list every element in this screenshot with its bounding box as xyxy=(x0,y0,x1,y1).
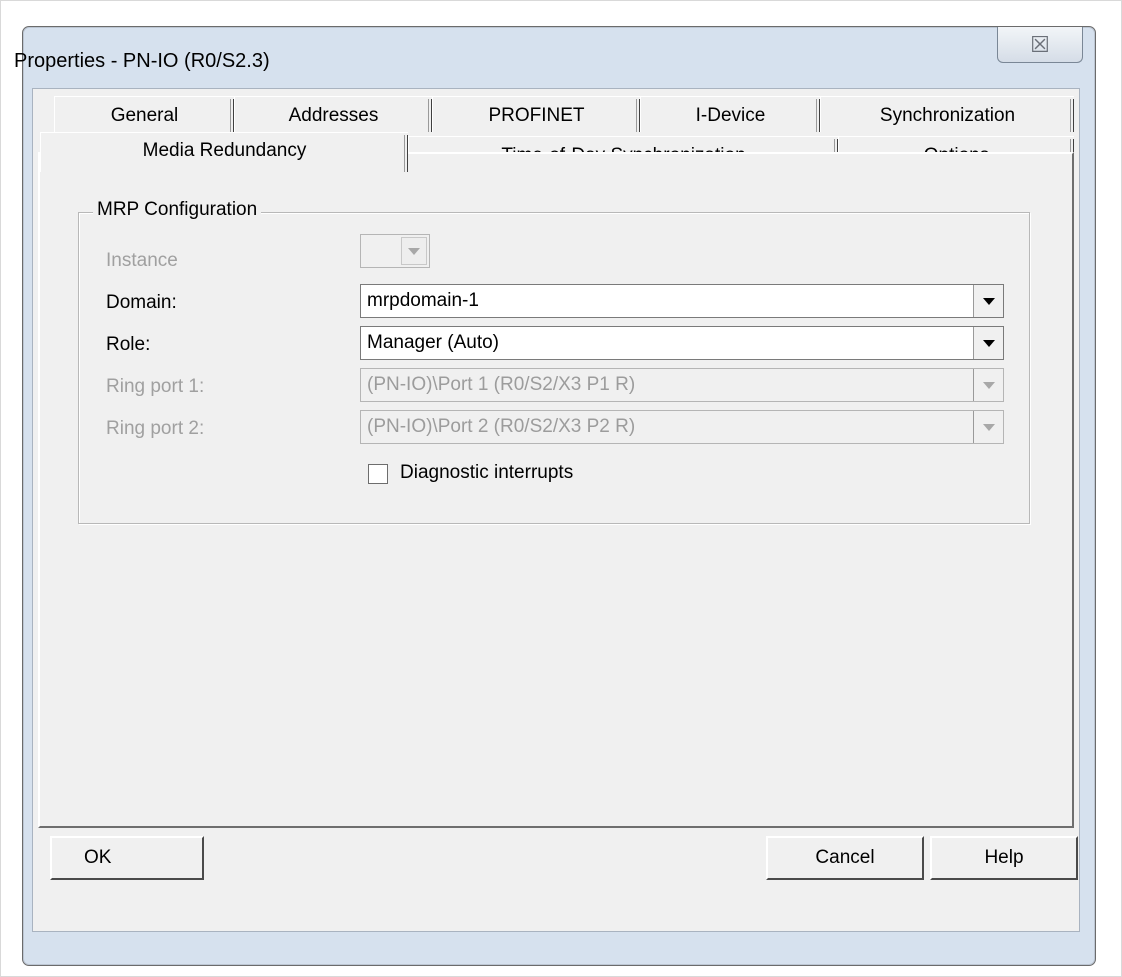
ring-port-2-label: Ring port 2: xyxy=(106,418,205,439)
ring-port-1-select: (PN-IO)\Port 1 (R0/S2/X3 P1 R) xyxy=(360,368,1004,402)
tab-label: Media Redundancy xyxy=(142,140,307,161)
chevron-down-icon xyxy=(982,423,995,431)
ring-port-2-value: (PN-IO)\Port 2 (R0/S2/X3 P2 R) xyxy=(367,416,636,437)
help-button[interactable]: Help xyxy=(930,836,1078,880)
tab-synchronization[interactable]: Synchronization xyxy=(820,96,1074,132)
instance-dropdown-button xyxy=(401,237,427,265)
ring-port-2-select: (PN-IO)\Port 2 (R0/S2/X3 P2 R) xyxy=(360,410,1004,444)
role-select[interactable]: Manager (Auto) xyxy=(360,326,1004,360)
ok-button[interactable]: OK xyxy=(50,836,204,880)
diagnostic-interrupts-label: Diagnostic interrupts xyxy=(400,462,574,483)
ring-port-1-value: (PN-IO)\Port 1 (R0/S2/X3 P1 R) xyxy=(367,374,636,395)
tab-label: Addresses xyxy=(288,105,379,126)
instance-label: Instance xyxy=(106,250,178,271)
tab-label: I-Device xyxy=(695,105,766,126)
role-label: Role: xyxy=(106,334,151,355)
domain-label: Domain: xyxy=(106,292,177,313)
dialog-title: Properties - PN-IO (R0/S2.3) xyxy=(14,50,270,72)
ring-port-1-label: Ring port 1: xyxy=(106,376,205,397)
role-dropdown-button[interactable] xyxy=(973,327,1003,359)
domain-select[interactable]: mrpdomain-1 xyxy=(360,284,1004,318)
tab-profinet[interactable]: PROFINET xyxy=(432,96,640,132)
close-button[interactable]: ☒ xyxy=(997,27,1083,63)
tab-panel-media-redundancy: MRP Configuration Instance Domain: mrpdo… xyxy=(38,152,1074,828)
tab-media-redundancy[interactable]: Media Redundancy xyxy=(40,132,408,172)
group-title: MRP Configuration xyxy=(93,199,262,221)
tab-general[interactable]: General xyxy=(54,96,234,132)
instance-select xyxy=(360,234,430,268)
domain-dropdown-button[interactable] xyxy=(973,285,1003,317)
role-value: Manager (Auto) xyxy=(367,332,500,353)
tab-addresses[interactable]: Addresses xyxy=(234,96,432,132)
tab-i-device[interactable]: I-Device xyxy=(640,96,820,132)
tab-label: Synchronization xyxy=(879,105,1016,126)
chevron-down-icon xyxy=(408,247,420,255)
cancel-button[interactable]: Cancel xyxy=(766,836,924,880)
chevron-down-icon xyxy=(982,381,995,389)
domain-value: mrpdomain-1 xyxy=(367,290,479,311)
tab-label: General xyxy=(110,105,179,126)
ring-port-2-dropdown-button xyxy=(973,411,1003,443)
tab-label: PROFINET xyxy=(488,105,585,126)
chevron-down-icon xyxy=(982,297,995,305)
close-icon: ☒ xyxy=(1030,31,1050,57)
chevron-down-icon xyxy=(982,339,995,347)
diagnostic-interrupts-checkbox[interactable] xyxy=(368,464,388,484)
ring-port-1-dropdown-button xyxy=(973,369,1003,401)
